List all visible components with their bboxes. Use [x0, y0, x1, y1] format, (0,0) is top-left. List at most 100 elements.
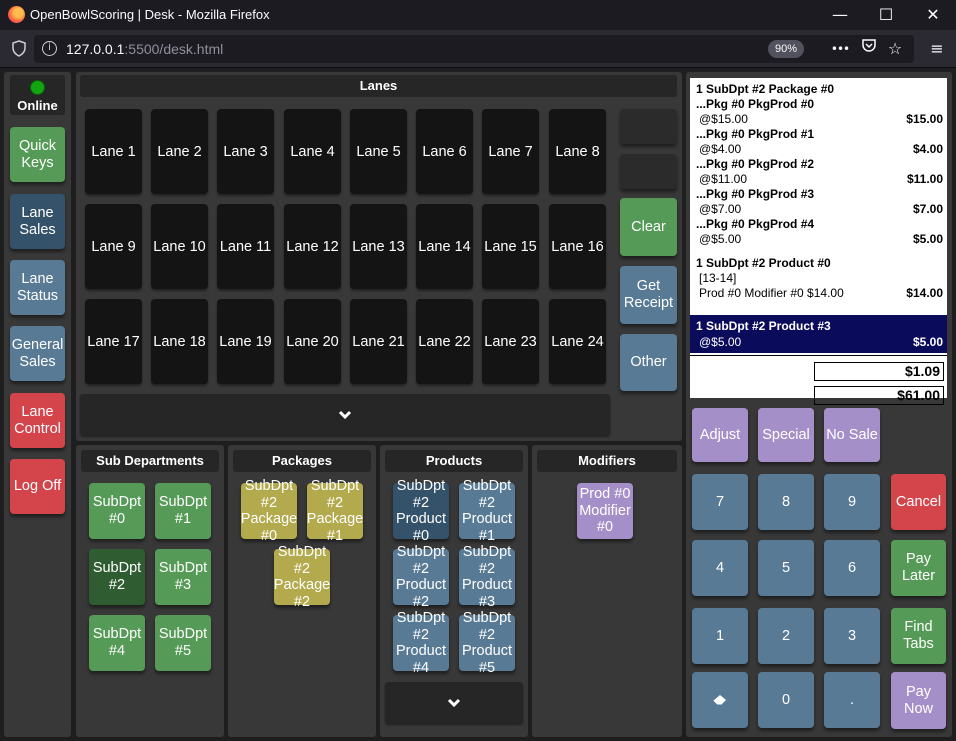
erase-key[interactable]: [692, 672, 748, 728]
selected-item-price: @$5.00: [699, 335, 742, 349]
pay-later-button[interactable]: Pay Later: [891, 540, 946, 596]
lane-action-blank-2[interactable]: [620, 154, 677, 189]
receipt-line: 1 SubDpt #2 Package #0: [696, 82, 943, 97]
lane-button[interactable]: Lane 4: [284, 109, 341, 194]
subdepartment-button[interactable]: SubDpt #2: [89, 549, 145, 605]
digit-key[interactable]: 4: [692, 540, 748, 596]
digit-key[interactable]: 3: [824, 608, 880, 664]
minimize-button[interactable]: —: [817, 0, 863, 30]
bookmark-star-icon[interactable]: ☆: [884, 38, 906, 60]
package-button[interactable]: SubDpt #2 Package #0: [241, 478, 297, 544]
digit-key[interactable]: 9: [824, 474, 880, 530]
lane-sales-button[interactable]: Lane Sales: [10, 194, 65, 249]
subdepartment-button[interactable]: SubDpt #3: [155, 549, 211, 605]
digit-key[interactable]: 0: [758, 672, 814, 728]
product-button[interactable]: SubDpt #2 Product #4: [393, 610, 449, 676]
cancel-button[interactable]: Cancel: [891, 474, 946, 530]
receipt-line: @$15.00 $15.00: [696, 112, 943, 127]
digit-key[interactable]: 8: [758, 474, 814, 530]
url-text[interactable]: 127.0.0.1:5500/desk.html: [66, 41, 223, 57]
lane-button[interactable]: Lane 10: [151, 204, 208, 289]
receipt-line-text: ...Pkg #0 PkgProd #2: [696, 157, 815, 171]
quick-keys-button[interactable]: Quick Keys: [10, 127, 65, 182]
lanes-more-button[interactable]: [80, 394, 610, 435]
packages-header: Packages: [233, 450, 371, 472]
receipt-line: ...Pkg #0 PkgProd #1: [696, 127, 943, 142]
digit-key[interactable]: 5: [758, 540, 814, 596]
subdepartment-button[interactable]: SubDpt #5: [155, 615, 211, 671]
zoom-level-badge[interactable]: 90%: [768, 40, 804, 58]
subdepartment-button[interactable]: SubDpt #4: [89, 615, 145, 671]
digit-key[interactable]: 6: [824, 540, 880, 596]
lane-button[interactable]: Lane 2: [151, 109, 208, 194]
lane-button[interactable]: Lane 7: [482, 109, 539, 194]
lane-button[interactable]: Lane 14: [416, 204, 473, 289]
lane-button[interactable]: Lane 3: [217, 109, 274, 194]
product-button[interactable]: SubDpt #2 Product #0: [393, 478, 449, 544]
lane-button[interactable]: Lane 15: [482, 204, 539, 289]
package-button[interactable]: SubDpt #2 Package #1: [307, 478, 363, 544]
find-tabs-button[interactable]: Find Tabs: [891, 608, 946, 664]
product-button[interactable]: SubDpt #2 Product #2: [393, 544, 449, 610]
receipt-selected-item[interactable]: 1 SubDpt #2 Product #3 @$5.00 $5.00: [690, 315, 947, 353]
receipt-tax: $1.09: [814, 362, 944, 381]
site-info-icon[interactable]: i: [42, 41, 57, 56]
receipt-line-text: ...Pkg #0 PkgProd #1: [696, 127, 815, 141]
lane-button[interactable]: Lane 23: [482, 299, 539, 384]
lane-action-blank-1[interactable]: [620, 109, 677, 144]
product-button[interactable]: SubDpt #2 Product #1: [459, 478, 515, 544]
lane-button[interactable]: Lane 13: [350, 204, 407, 289]
products-more-button[interactable]: [385, 682, 523, 723]
lane-control-button[interactable]: Lane Control: [10, 393, 65, 448]
digit-key[interactable]: 2: [758, 608, 814, 664]
receipt-line-text: ...Pkg #0 PkgProd #3: [696, 187, 815, 201]
lane-button[interactable]: Lane 24: [549, 299, 606, 384]
clear-button[interactable]: Clear: [620, 198, 677, 256]
lane-button[interactable]: Lane 16: [549, 204, 606, 289]
receipt-line-text: 1 SubDpt #2 Package #0: [696, 82, 835, 96]
get-receipt-button[interactable]: Get Receipt: [620, 266, 677, 324]
lane-button[interactable]: Lane 21: [350, 299, 407, 384]
receipt-line: @$4.00 $4.00: [696, 142, 943, 157]
product-button[interactable]: SubDpt #2 Product #5: [459, 610, 515, 676]
modifier-button[interactable]: Prod #0 Modifier #0: [577, 483, 633, 539]
maximize-button[interactable]: ☐: [863, 0, 909, 30]
page-actions-menu-icon[interactable]: •••: [829, 38, 851, 60]
digit-key[interactable]: 1: [692, 608, 748, 664]
subdepartment-button[interactable]: SubDpt #1: [155, 483, 211, 539]
lane-button[interactable]: Lane 19: [217, 299, 274, 384]
online-status-icon: [30, 80, 45, 95]
pay-now-button[interactable]: Pay Now: [891, 672, 946, 729]
lane-button[interactable]: Lane 18: [151, 299, 208, 384]
chevron-down-icon: [447, 698, 461, 707]
subdepartment-button[interactable]: SubDpt #0: [89, 483, 145, 539]
decimal-key[interactable]: .: [824, 672, 880, 728]
lane-button[interactable]: Lane 12: [284, 204, 341, 289]
receipt[interactable]: 1 SubDpt #2 Package #0 ...Pkg #0 PkgProd …: [690, 78, 947, 405]
lane-button[interactable]: Lane 20: [284, 299, 341, 384]
package-button[interactable]: SubDpt #2 Package #2: [274, 544, 330, 610]
window-titlebar: OpenBowlScoring | Desk - Mozilla Firefox…: [0, 0, 956, 30]
special-button[interactable]: Special: [758, 408, 814, 462]
close-window-button[interactable]: ✕: [910, 0, 956, 30]
lane-button[interactable]: Lane 9: [85, 204, 142, 289]
lane-button[interactable]: Lane 8: [549, 109, 606, 194]
lane-button[interactable]: Lane 22: [416, 299, 473, 384]
tracking-shield-icon[interactable]: [12, 40, 26, 57]
lane-button[interactable]: Lane 5: [350, 109, 407, 194]
lane-button[interactable]: Lane 11: [217, 204, 274, 289]
lane-button[interactable]: Lane 6: [416, 109, 473, 194]
hamburger-menu-icon[interactable]: ≡: [926, 38, 948, 60]
general-sales-button[interactable]: General Sales: [10, 326, 65, 381]
lane-button[interactable]: Lane 17: [85, 299, 142, 384]
adjust-button[interactable]: Adjust: [692, 408, 748, 462]
lane-status-button[interactable]: Lane Status: [10, 260, 65, 315]
other-button[interactable]: Other: [620, 334, 677, 391]
lane-button[interactable]: Lane 1: [85, 109, 142, 194]
pocket-icon[interactable]: [858, 38, 880, 60]
log-off-button[interactable]: Log Off: [10, 459, 65, 514]
product-button[interactable]: SubDpt #2 Product #3: [459, 544, 515, 610]
no-sale-button[interactable]: No Sale: [824, 408, 880, 462]
receipt-total: $61.00: [814, 386, 944, 405]
digit-key[interactable]: 7: [692, 474, 748, 530]
